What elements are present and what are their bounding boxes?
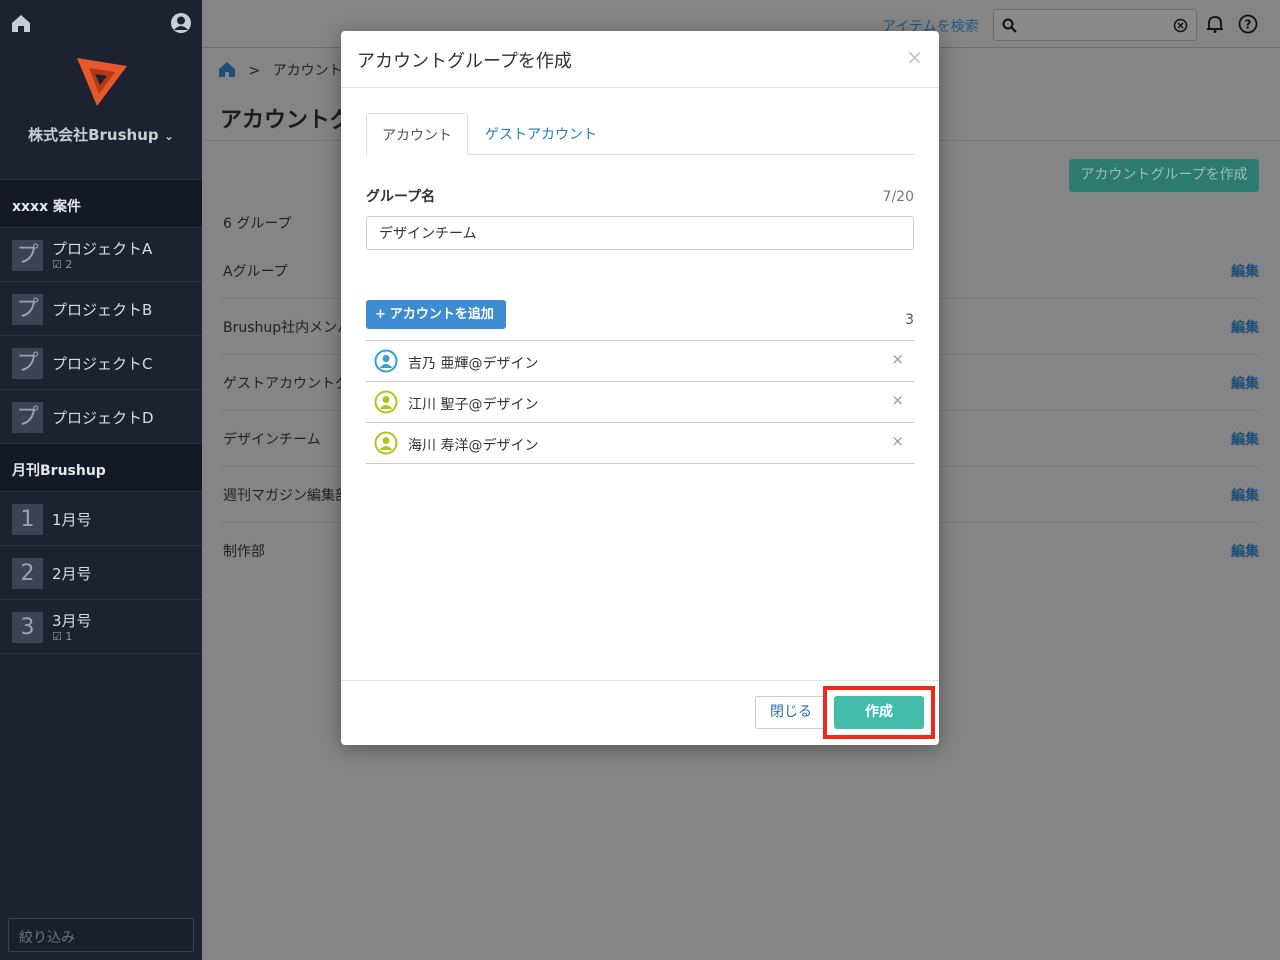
checkbox-icon: ☑ — [52, 258, 62, 271]
char-counter: 7/20 — [882, 189, 914, 205]
bell-icon[interactable] — [1205, 14, 1225, 34]
list-item: 吉乃 亜輝@デザイン × — [366, 341, 914, 382]
group-name: ゲストアカウントグ — [223, 376, 349, 392]
sidebar-filter-input[interactable]: 絞り込み — [8, 918, 194, 952]
sidebar-section-xxxx[interactable]: xxxx 案件 — [0, 180, 202, 228]
checkbox-icon: ☑ — [52, 630, 62, 643]
group-name: 制作部 — [223, 544, 265, 560]
plus-icon: + — [375, 307, 386, 322]
edit-link[interactable]: 編集 — [1231, 373, 1259, 393]
brushup-logo-icon — [77, 58, 127, 106]
project-badge: プ — [12, 402, 43, 433]
modal-header: アカウントグループを作成 × — [341, 31, 939, 88]
group-name: Brushup社内メンバ — [223, 320, 352, 336]
member-name: 吉乃 亜輝@デザイン — [408, 356, 539, 372]
home-icon[interactable] — [10, 12, 32, 34]
tab-account[interactable]: アカウント — [366, 113, 468, 155]
task-count: ☑ 2 — [52, 258, 73, 271]
modal-tabs: アカウント ゲストアカウント — [366, 113, 914, 155]
sidebar-item-label: プロジェクトC — [52, 355, 153, 373]
add-account-button[interactable]: + アカウントを追加 — [366, 300, 506, 329]
user-icon[interactable] — [170, 12, 192, 34]
user-avatar-icon — [374, 390, 398, 414]
home-icon[interactable] — [218, 60, 236, 82]
tab-guest-account[interactable]: ゲストアカウント — [470, 113, 612, 155]
user-avatar-icon — [374, 349, 398, 373]
edit-link[interactable]: 編集 — [1231, 261, 1259, 281]
project-badge: プ — [12, 294, 43, 325]
issue-badge: 3 — [12, 612, 43, 643]
edit-link[interactable]: 編集 — [1231, 541, 1259, 561]
sidebar-item-issue-3[interactable]: 3 3月号 ☑ 1 — [0, 600, 202, 654]
sidebar-section-monthly[interactable]: 月刊Brushup — [0, 444, 202, 492]
company-switcher[interactable]: 株式会社Brushup ⌄ — [0, 124, 202, 145]
edit-link[interactable]: 編集 — [1231, 485, 1259, 505]
remove-icon[interactable]: × — [891, 391, 904, 409]
sidebar-item-issue-2[interactable]: 2 2月号 — [0, 546, 202, 600]
search-icon — [1002, 18, 1017, 33]
group-count: 6 グループ — [223, 216, 292, 232]
svg-text:?: ? — [1245, 18, 1252, 32]
list-item: 海川 寿洋@デザイン × — [366, 423, 914, 464]
sidebar-item-label: プロジェクトA — [52, 240, 153, 258]
page-title: アカウントグ — [220, 108, 353, 133]
create-button[interactable]: 作成 — [834, 696, 924, 729]
breadcrumb: > アカウントグ — [218, 60, 357, 82]
close-button[interactable]: 閉じる — [755, 696, 827, 729]
edit-link[interactable]: 編集 — [1231, 317, 1259, 337]
group-name: 週刊マガジン編集部 — [223, 488, 349, 504]
sidebar-header: 株式会社Brushup ⌄ — [0, 0, 202, 180]
sidebar-item-project-a[interactable]: プ プロジェクトA ☑ 2 — [0, 228, 202, 282]
member-count: 3 — [905, 312, 914, 328]
user-avatar-icon — [374, 431, 398, 455]
issue-badge: 1 — [12, 504, 43, 535]
sidebar-item-project-c[interactable]: プ プロジェクトC — [0, 336, 202, 390]
sidebar-item-label: プロジェクトB — [52, 301, 153, 319]
task-count: ☑ 1 — [52, 630, 73, 643]
member-name: 江川 聖子@デザイン — [408, 397, 539, 413]
group-name-input[interactable] — [366, 216, 914, 250]
sidebar-item-project-b[interactable]: プ プロジェクトB — [0, 282, 202, 336]
sidebar-item-label: 2月号 — [52, 565, 92, 583]
clear-search-icon[interactable] — [1173, 18, 1188, 33]
sidebar-item-label: 3月号 — [52, 612, 92, 630]
project-badge: プ — [12, 240, 43, 271]
member-list: 吉乃 亜輝@デザイン × 江川 聖子@デザイン × 海川 寿洋@デザイン × — [366, 340, 914, 464]
remove-icon[interactable]: × — [891, 350, 904, 368]
remove-icon[interactable]: × — [891, 432, 904, 450]
create-account-group-button[interactable]: アカウントグループを作成 — [1069, 159, 1259, 192]
help-icon[interactable]: ? — [1238, 14, 1258, 34]
project-badge: プ — [12, 348, 43, 379]
modal-footer: 閉じる 作成 — [341, 680, 939, 745]
company-name: 株式会社Brushup — [28, 126, 159, 144]
member-name: 海川 寿洋@デザイン — [408, 438, 539, 454]
sidebar: 株式会社Brushup ⌄ xxxx 案件 プ プロジェクトA ☑ 2 プ プロ… — [0, 0, 202, 960]
chevron-down-icon: ⌄ — [163, 129, 174, 143]
add-account-label: アカウントを追加 — [389, 307, 494, 322]
sidebar-item-issue-1[interactable]: 1 1月号 — [0, 492, 202, 546]
close-icon[interactable]: × — [906, 45, 923, 69]
breadcrumb-separator: > — [248, 63, 261, 79]
search-input[interactable] — [993, 9, 1197, 41]
modal-title: アカウントグループを作成 — [357, 51, 572, 72]
group-name-label: グループ名 — [366, 189, 436, 205]
group-name: Aグループ — [223, 264, 288, 280]
sidebar-item-label: 1月号 — [52, 511, 92, 529]
group-name: デザインチーム — [223, 432, 321, 448]
sidebar-item-project-d[interactable]: プ プロジェクトD — [0, 390, 202, 444]
create-account-group-modal: アカウントグループを作成 × アカウント ゲストアカウント グループ名 7/20… — [341, 31, 939, 745]
sidebar-item-label: プロジェクトD — [52, 409, 154, 427]
edit-link[interactable]: 編集 — [1231, 429, 1259, 449]
list-item: 江川 聖子@デザイン × — [366, 382, 914, 423]
issue-badge: 2 — [12, 558, 43, 589]
